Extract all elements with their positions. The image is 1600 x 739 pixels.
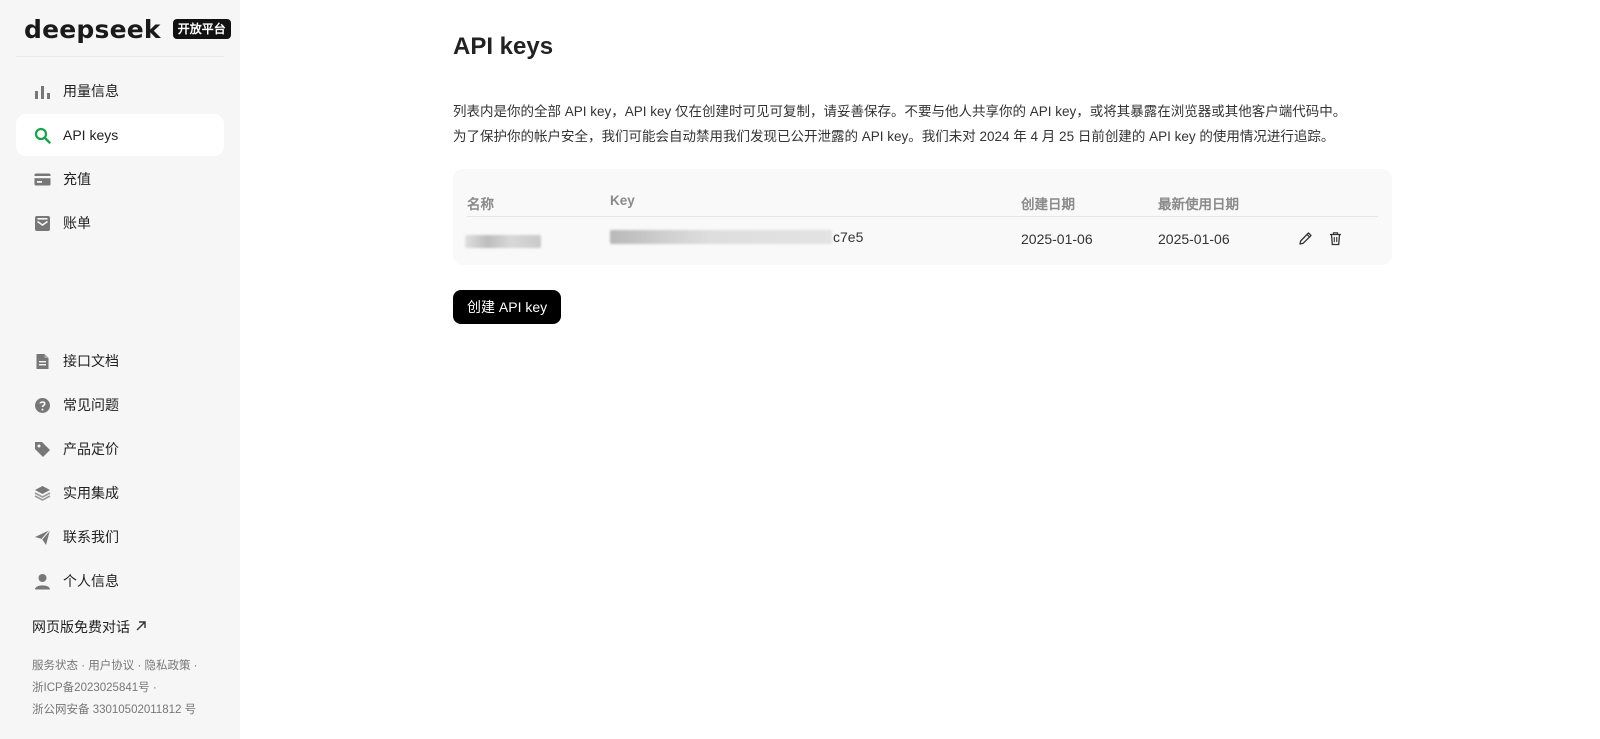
card-icon (34, 171, 51, 188)
key-redacted (610, 230, 832, 244)
sidebar-item-docs[interactable]: 接口文档 (16, 340, 224, 382)
separator-dot: · (193, 660, 198, 672)
sidebar-item-usage[interactable]: 用量信息 (16, 70, 224, 112)
description-line: 为了保护你的帐户安全，我们可能会自动禁用我们发现已公开泄露的 API key。我… (453, 129, 1335, 144)
sidebar-item-label: 实用集成 (63, 485, 119, 501)
sidebar-item-label: 个人信息 (63, 573, 119, 589)
police-record-link[interactable]: 浙公网安备 33010502011812 号 (32, 704, 196, 716)
sidebar: deepseek 开放平台 用量信息 API keys 充值 账单 接口文档 常… (0, 0, 240, 739)
brand-badge: 开放平台 (172, 19, 231, 39)
column-header-key: Key (610, 193, 635, 208)
user-icon (34, 573, 51, 590)
column-header-name: 名称 (467, 197, 494, 212)
create-api-key-button[interactable]: 创建 API key (453, 290, 562, 324)
key-value: c7e5 (610, 229, 863, 245)
divider (16, 56, 224, 57)
sidebar-item-label: 用量信息 (63, 83, 119, 99)
delete-icon[interactable] (1326, 229, 1344, 247)
brand-logo: deepseek (24, 14, 161, 44)
edit-icon[interactable] (1296, 229, 1314, 247)
header-divider (467, 216, 1378, 217)
sidebar-item-bills[interactable]: 账单 (16, 202, 224, 244)
sidebar-item-profile[interactable]: 个人信息 (16, 560, 224, 602)
description-line: 列表内是你的全部 API key，API key 仅在创建时可见可复制，请妥善保… (453, 104, 1347, 119)
external-link-icon (135, 619, 147, 635)
sidebar-item-recharge[interactable]: 充值 (16, 158, 224, 200)
sidebar-item-label: 产品定价 (63, 441, 119, 457)
tag-icon (34, 441, 51, 458)
sidebar-item-integrations[interactable]: 实用集成 (16, 472, 224, 514)
search-icon (34, 127, 51, 144)
icp-link[interactable]: 浙ICP备2023025841号 (32, 682, 150, 694)
bill-icon (34, 215, 51, 232)
sidebar-item-pricing[interactable]: 产品定价 (16, 428, 224, 470)
key-name-redacted (465, 235, 541, 248)
sidebar-item-contact[interactable]: 联系我们 (16, 516, 224, 558)
bar-chart-icon (34, 83, 51, 100)
page-description: 列表内是你的全部 API key，API key 仅在创建时可见可复制，请妥善保… (453, 99, 1383, 149)
brand[interactable]: deepseek 开放平台 (24, 13, 231, 45)
service-status-link[interactable]: 服务状态 (32, 660, 78, 672)
question-icon (34, 397, 51, 414)
sidebar-item-label: 充值 (63, 171, 91, 187)
free-chat-label: 网页版免费对话 (32, 619, 130, 635)
send-icon (34, 529, 51, 546)
layers-icon (34, 485, 51, 502)
api-keys-table: 名称 Key 创建日期 最新使用日期 c7e5 2025-01-06 2025-… (453, 169, 1392, 265)
sidebar-item-faq[interactable]: 常见问题 (16, 384, 224, 426)
sidebar-footer: 服务状态 · 用户协议 · 隐私政策 · 浙ICP备2023025841号 · … (32, 655, 232, 721)
sidebar-item-label: API keys (63, 127, 119, 143)
sidebar-item-label: 常见问题 (63, 397, 119, 413)
separator-dot: · (152, 682, 157, 694)
key-suffix: c7e5 (833, 229, 864, 245)
sidebar-nav-bottom: 接口文档 常见问题 产品定价 实用集成 联系我们 个人信息 (16, 340, 224, 604)
sidebar-item-label: 接口文档 (63, 353, 119, 369)
column-header-created: 创建日期 (1021, 197, 1075, 212)
last-used-date: 2025-01-06 (1158, 231, 1230, 247)
sidebar-item-label: 账单 (63, 215, 91, 231)
sidebar-item-api-keys[interactable]: API keys (16, 114, 224, 156)
column-header-last-used: 最新使用日期 (1158, 197, 1239, 212)
terms-link[interactable]: 用户协议 (88, 660, 134, 672)
free-chat-link[interactable]: 网页版免费对话 (32, 617, 147, 637)
page-title: API keys (453, 33, 554, 60)
document-icon (34, 353, 51, 370)
privacy-link[interactable]: 隐私政策 (144, 660, 190, 672)
sidebar-nav-top: 用量信息 API keys 充值 账单 (16, 70, 224, 246)
sidebar-item-label: 联系我们 (63, 529, 119, 545)
created-date: 2025-01-06 (1021, 231, 1093, 247)
